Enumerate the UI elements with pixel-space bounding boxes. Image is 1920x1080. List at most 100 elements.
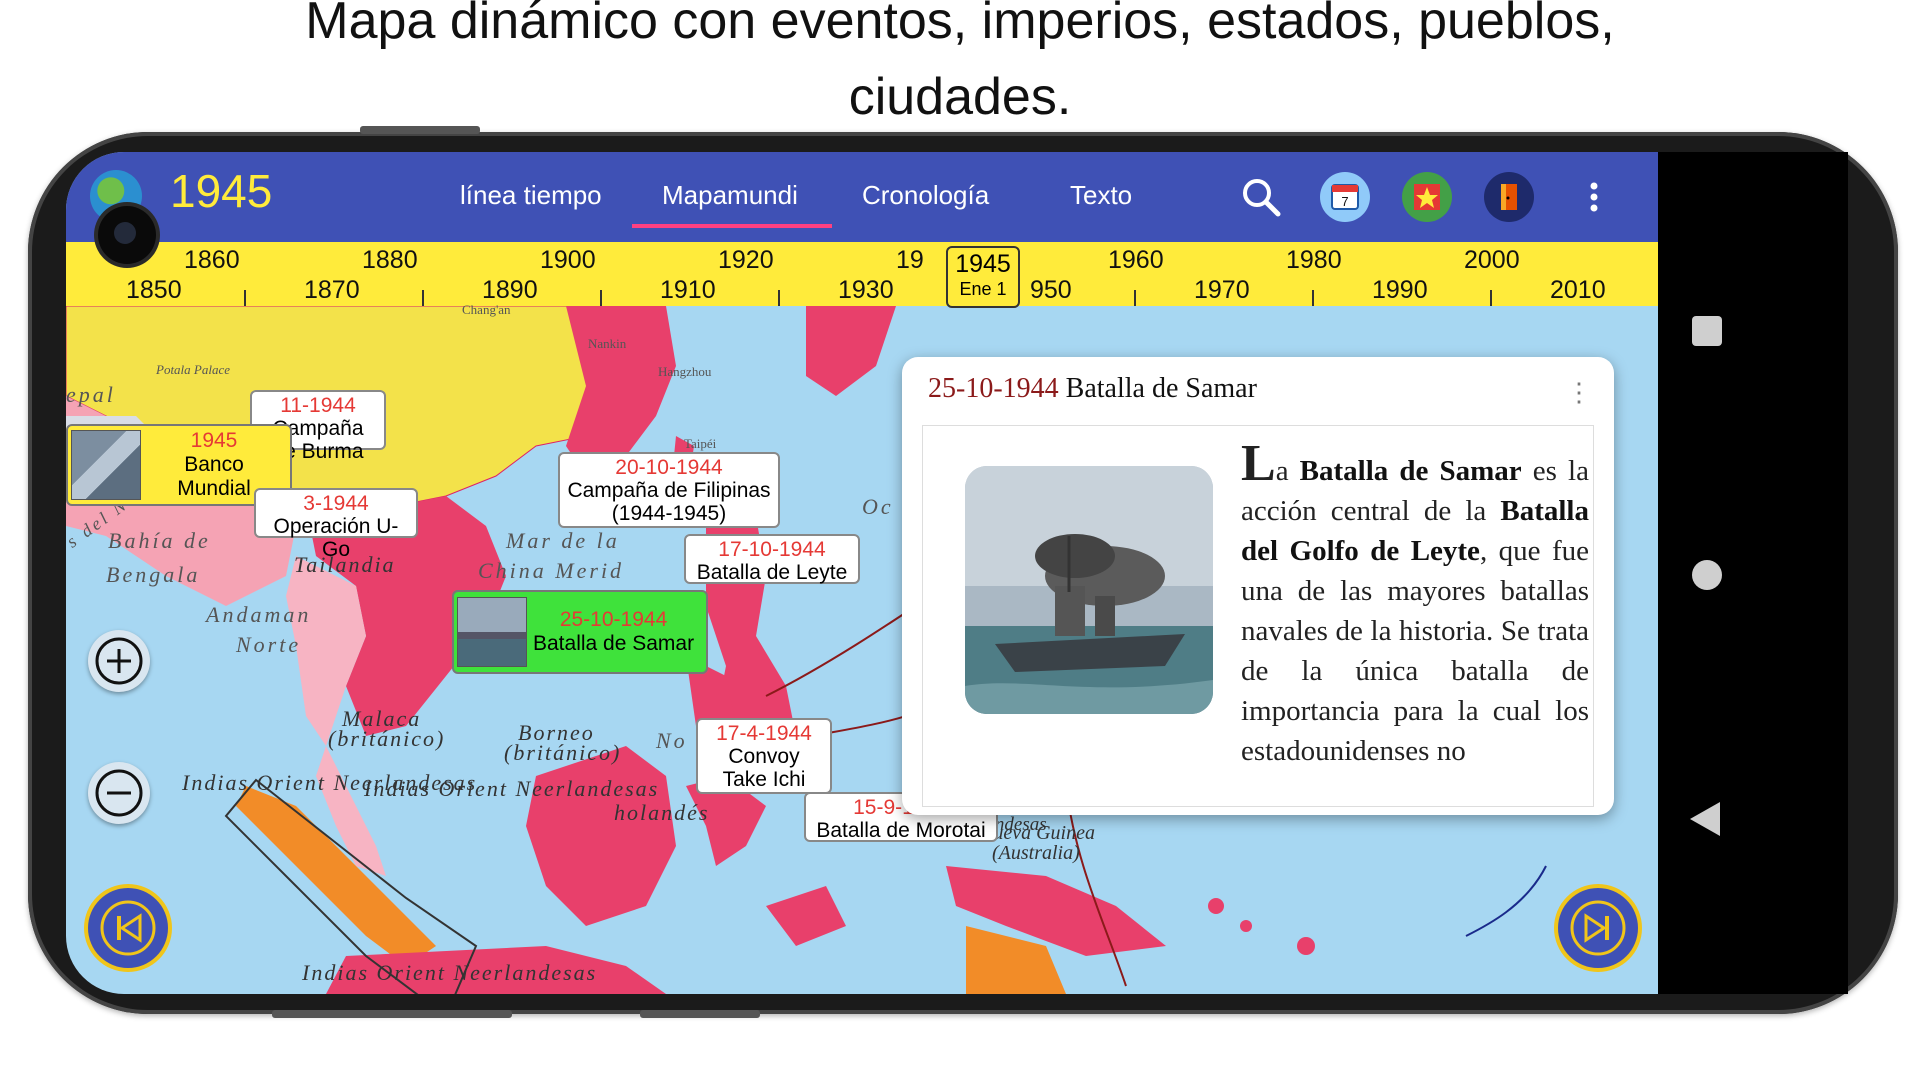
tab-mapamundi[interactable]: Mapamundi	[662, 180, 798, 211]
card-text-a: a	[1275, 455, 1300, 487]
ruler-label: 1970	[1194, 276, 1250, 304]
back-button[interactable]	[1690, 802, 1720, 836]
tab-cronologia[interactable]: Cronología	[862, 180, 989, 211]
phone-bottom-button-2	[640, 1010, 760, 1018]
skip-next-icon	[1570, 900, 1626, 956]
banco-mundial-image	[71, 430, 141, 500]
zoom-out-button[interactable]	[88, 762, 150, 824]
event-date: 25-10-1944	[559, 608, 668, 631]
next-event-button[interactable]	[1558, 888, 1638, 968]
home-button[interactable]	[1692, 560, 1722, 590]
event-date: 3-1944	[303, 492, 369, 515]
card-body: La Batalla de Samar es la acción central…	[922, 425, 1594, 807]
ruler-label: 1990	[1372, 276, 1428, 304]
ruler-label: 1980	[1286, 246, 1342, 274]
zoom-in-button[interactable]	[88, 630, 150, 692]
map-label-andaman-2: Norte	[236, 632, 302, 657]
ruler-tick	[778, 290, 780, 306]
flag-icon[interactable]	[1402, 172, 1452, 222]
map-label-nankin: Nankin	[588, 336, 627, 351]
event-title: Batalla de Leyte	[696, 561, 848, 584]
card-article-text: La Batalla de Samar es la acción central…	[1241, 438, 1589, 771]
event-date: 1945	[190, 429, 238, 452]
event-batalla-samar[interactable]: 25-10-1944 Batalla de Samar	[452, 590, 708, 674]
phone-bottom-button	[272, 1010, 512, 1018]
more-vert-icon[interactable]	[1582, 172, 1606, 222]
calendar-day: 7	[1341, 194, 1348, 209]
app-screen: 1945 línea tiempo Mapamundi Cronología T…	[66, 152, 1658, 994]
event-convoy-take-ichi[interactable]: 17-4-1944 Convoy Take Ichi	[696, 718, 832, 794]
ruler-tick	[1134, 290, 1136, 306]
battle-ship-image	[965, 466, 1213, 714]
map-label-marchina-1: Mar de la	[506, 528, 620, 553]
map-label-potala: Potala Palace	[156, 362, 231, 377]
ruler-label: 19	[896, 246, 924, 274]
calendar-icon[interactable]: 7	[1320, 172, 1370, 222]
event-date: 20-10-1944	[615, 456, 723, 479]
map-label-changan: Chang'an	[462, 302, 511, 317]
ruler-tick	[244, 290, 246, 306]
event-title: Campaña de Filipinas (1944-1945)	[567, 479, 771, 525]
event-detail-card[interactable]: 25-10-1944 Batalla de Samar ⋮ La Batalla…	[902, 357, 1614, 815]
ruler-label: 1960	[1108, 246, 1164, 274]
recents-button[interactable]	[1692, 316, 1722, 346]
samar-thumbnail-image	[457, 597, 527, 667]
event-title: Convoy Take Ichi	[722, 745, 806, 791]
event-campana-filipinas[interactable]: 20-10-1944 Campaña de Filipinas (1944-19…	[558, 452, 780, 528]
marker-year: 1945	[955, 250, 1011, 278]
ruler-label: 1910	[660, 276, 716, 304]
event-date: 11-1944	[280, 394, 356, 417]
map-label-bahia-1: Bahía de	[108, 528, 211, 553]
caption-line-2: ciudades.	[848, 68, 1072, 126]
map-label-hangzhou: Hangzhou	[658, 364, 712, 379]
phone-volume-button	[360, 126, 480, 134]
card-dropcap: L	[1241, 435, 1276, 492]
event-operacion-u-go[interactable]: 3-1944 Operación U-Go	[254, 488, 418, 561]
active-tab-indicator	[632, 224, 832, 228]
current-year[interactable]: 1945	[170, 164, 272, 218]
map-label-marchina-2: China Merid	[478, 558, 625, 583]
map-label-indias-2: Indias Orient Neerlandesas	[364, 776, 660, 801]
ruler-label: 1930	[838, 276, 894, 304]
more-vert-icon[interactable]: ⋮	[1566, 377, 1592, 408]
skip-previous-icon	[100, 900, 156, 956]
event-title: Operación U-Go	[273, 515, 399, 561]
tab-texto[interactable]: Texto	[1070, 180, 1132, 211]
front-camera	[98, 206, 156, 264]
system-nav-bar	[1658, 152, 1848, 994]
event-title: Batalla de Morotai	[816, 819, 986, 842]
ruler-tick	[600, 290, 602, 306]
ruler-label: 1890	[482, 276, 538, 304]
previous-event-button[interactable]	[88, 888, 168, 968]
card-header: 25-10-1944 Batalla de Samar	[928, 373, 1257, 405]
map-label-malaca-2: (británico)	[328, 726, 446, 751]
ruler-tick	[1490, 290, 1492, 306]
ruler-label: 1860	[184, 246, 240, 274]
event-batalla-leyte[interactable]: 17-10-1944 Batalla de Leyte	[684, 534, 860, 584]
map-label-no: No	[656, 728, 688, 753]
ruler-tick	[1312, 290, 1314, 306]
map-label-andaman-1: Andaman	[206, 602, 312, 627]
tab-linea-tiempo[interactable]: línea tiempo	[460, 180, 602, 211]
caption-line-1: Mapa dinámico con eventos, imperios, est…	[305, 0, 1615, 50]
map-label-borneo-2: (británico)	[504, 740, 622, 765]
ruler-label: 950	[1030, 276, 1072, 304]
map-label-taipei: Taipéi	[684, 436, 717, 451]
timeline-ruler[interactable]: 1860 1880 1900 1920 19 1960 1980 2000 18…	[66, 242, 1658, 306]
card-date: 25-10-1944	[928, 373, 1059, 404]
event-date: 17-4-1944	[716, 722, 812, 745]
current-date-marker[interactable]: 1945 Ene 1	[946, 246, 1020, 308]
plus-icon	[95, 637, 143, 685]
ruler-label: 1920	[718, 246, 774, 274]
map-label-nepal: epal	[66, 382, 116, 407]
ruler-label: 2010	[1550, 276, 1606, 304]
map-label-bahia-2: Bengala	[106, 562, 201, 587]
map-label-indias-3: Indias Orient Neerlandesas	[302, 960, 598, 985]
ruler-tick	[422, 290, 424, 306]
event-date: 17-10-1944	[718, 538, 826, 561]
card-text-d: , que fue una de las mayores batallas na…	[1241, 535, 1589, 767]
ruler-label: 1900	[540, 246, 596, 274]
search-icon[interactable]	[1236, 172, 1286, 222]
ruler-label: 2000	[1464, 246, 1520, 274]
door-icon[interactable]	[1484, 172, 1534, 222]
